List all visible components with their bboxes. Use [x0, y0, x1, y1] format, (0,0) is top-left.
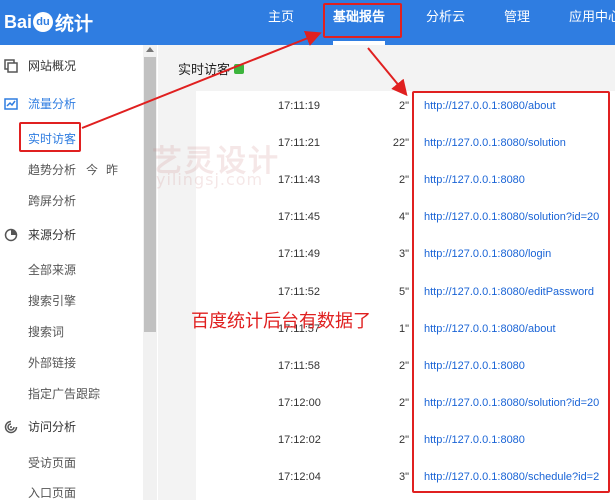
visit-analysis-icon: [4, 419, 18, 434]
row-time: 17:12:04: [278, 471, 321, 483]
sidebar-item-search-terms[interactable]: 搜索词: [28, 323, 64, 340]
row-url-link[interactable]: http://127.0.0.1:8080/editPassword: [424, 286, 604, 298]
row-time: 17:11:52: [278, 286, 321, 298]
sidebar-item-visited-pages[interactable]: 受访页面: [28, 454, 76, 471]
sidebar-highlight-box: [19, 122, 81, 152]
row-time: 17:12:00: [278, 397, 321, 409]
row-url-link[interactable]: http://127.0.0.1:8080/about: [424, 100, 604, 112]
row-time: 17:12:02: [278, 434, 321, 446]
traffic-chart-icon: [4, 96, 18, 110]
sidebar-group-label: 访问分析: [28, 419, 77, 434]
scroll-up-arrow-icon[interactable]: [146, 47, 154, 52]
row-url-link[interactable]: http://127.0.0.1:8080/about: [424, 323, 604, 335]
row-duration: 2": [398, 397, 409, 409]
annotation-text: 百度统计后台有数据了: [191, 311, 371, 332]
row-url-link[interactable]: http://127.0.0.1:8080: [424, 434, 604, 446]
sidebar-item-label: 趋势分析: [28, 163, 77, 177]
nav-basic-report[interactable]: 基础报告: [333, 0, 386, 45]
row-url-link[interactable]: http://127.0.0.1:8080/solution: [424, 137, 604, 149]
sidebar-item-entry-pages[interactable]: 入口页面: [28, 484, 76, 500]
row-url-link[interactable]: http://127.0.0.1:8080/schedule?id=2: [424, 471, 604, 483]
trend-today-link[interactable]: 今: [86, 163, 98, 177]
page-title-text: 实时访客: [178, 63, 231, 78]
row-duration: 2": [398, 360, 409, 372]
row-duration: 2": [398, 100, 409, 112]
row-url-link[interactable]: http://127.0.0.1:8080/solution?id=20: [424, 211, 604, 223]
top-nav-bar: Bai du 统计 主页 基础报告 分析云 管理 应用中心: [0, 0, 615, 45]
row-duration: 5": [398, 286, 409, 298]
baidu-tongji-logo[interactable]: Bai du 统计: [4, 8, 93, 36]
row-url-link[interactable]: http://127.0.0.1:8080/login: [424, 248, 604, 260]
sidebar-group-visit-analysis[interactable]: 访问分析: [0, 414, 145, 438]
row-url-link[interactable]: http://127.0.0.1:8080: [424, 174, 604, 186]
sidebar-scrollbar[interactable]: [143, 45, 157, 500]
row-duration: 4": [398, 211, 409, 223]
row-duration: 3": [398, 471, 409, 483]
sidebar-item-external-links[interactable]: 外部链接: [28, 354, 76, 371]
row-time: 17:11:58: [278, 360, 321, 372]
trend-yesterday-link[interactable]: 昨: [106, 163, 118, 177]
row-duration: 2": [398, 434, 409, 446]
source-pie-icon: [4, 227, 18, 242]
logo-text-bai: Bai: [4, 11, 33, 32]
watermark-sub: yilingsj.com: [156, 170, 264, 189]
nav-manage[interactable]: 管理: [504, 0, 530, 45]
site-overview-icon: [4, 58, 18, 73]
row-duration: 2": [398, 174, 409, 186]
page-title: 实时访客: [178, 59, 245, 78]
sidebar-group-label: 来源分析: [28, 227, 77, 242]
sidebar-group-site-overview[interactable]: 网站概况: [0, 53, 145, 77]
row-time: 17:11:19: [278, 100, 321, 112]
nav-analysis-cloud[interactable]: 分析云: [426, 0, 465, 45]
row-time: 17:11:49: [278, 248, 321, 260]
row-time: 17:11:45: [278, 211, 321, 223]
sidebar-group-source[interactable]: 来源分析: [0, 222, 145, 246]
row-duration: 3": [398, 248, 409, 260]
row-url-link[interactable]: http://127.0.0.1:8080: [424, 360, 604, 372]
row-time: 17:11:43: [278, 174, 321, 186]
sidebar-group-traffic[interactable]: 流量分析: [0, 91, 145, 115]
row-time: 17:11:21: [278, 137, 321, 149]
logo-text-tongji: 统计: [55, 12, 94, 35]
sidebar-scrollbar-thumb[interactable]: [144, 57, 156, 332]
sidebar-item-trend-analysis[interactable]: 趋势分析今昨: [28, 161, 118, 178]
sidebar-group-label: 网站概况: [28, 58, 77, 73]
sidebar-item-all-sources[interactable]: 全部来源: [28, 261, 76, 278]
logo-paw-icon: du: [33, 12, 54, 32]
row-duration: 22": [392, 137, 409, 149]
row-url-link[interactable]: http://127.0.0.1:8080/solution?id=20: [424, 397, 604, 409]
nav-app-center[interactable]: 应用中心: [569, 0, 615, 45]
live-status-icon: [234, 63, 245, 74]
main-content: 实时访客: [158, 45, 615, 500]
row-duration: 1": [398, 323, 409, 335]
nav-home[interactable]: 主页: [268, 0, 294, 45]
sidebar-item-ad-tracking[interactable]: 指定广告跟踪: [28, 385, 100, 402]
sidebar-group-label: 流量分析: [28, 96, 77, 111]
sidebar: 网站概况 流量分析 实时访客 趋势分析今昨 跨屏分析 来源分析 全部来源 搜索引…: [0, 45, 157, 500]
sidebar-item-search-engines[interactable]: 搜索引擎: [28, 292, 76, 309]
sidebar-item-cross-screen[interactable]: 跨屏分析: [28, 192, 76, 209]
